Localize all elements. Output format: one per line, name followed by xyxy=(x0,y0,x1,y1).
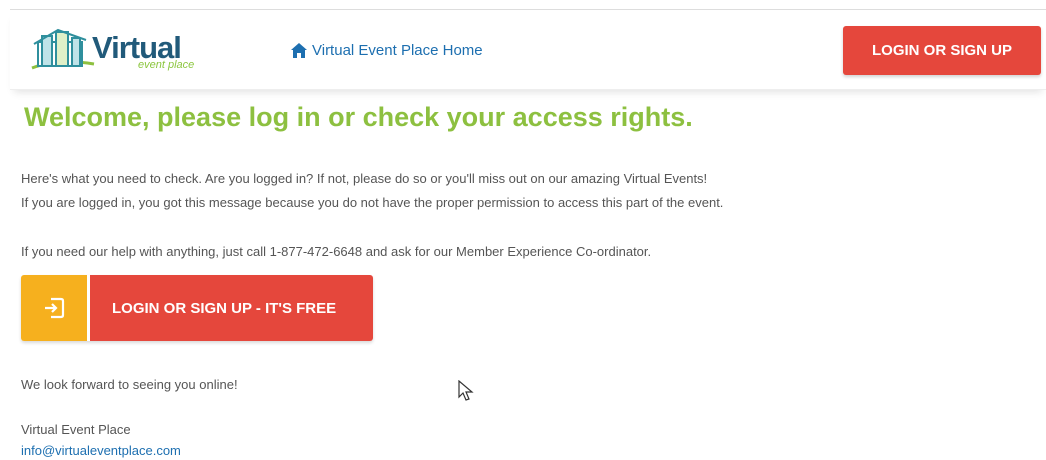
page-title: Welcome, please log in or check your acc… xyxy=(24,102,693,132)
login-signup-cta-button[interactable]: LOGIN OR SIGN UP - IT'S FREE xyxy=(21,275,373,341)
sign-in-icon xyxy=(45,297,65,319)
home-link-label: Virtual Event Place Home xyxy=(312,42,483,59)
check-paragraph: Here's what you need to check. Are you l… xyxy=(21,171,708,186)
cta-icon-box xyxy=(21,275,87,341)
home-link[interactable]: Virtual Event Place Home xyxy=(291,42,483,59)
site-logo[interactable]: Virtual event place xyxy=(28,28,198,74)
header-login-button[interactable]: LOGIN OR SIGN UP xyxy=(843,26,1041,75)
logo-tagline: event place xyxy=(138,59,195,71)
permission-paragraph: If you are logged in, you got this messa… xyxy=(21,195,724,210)
mouse-pointer-icon xyxy=(458,380,474,401)
building-logo-icon xyxy=(31,28,95,70)
site-header: Virtual event place Virtual Event Place … xyxy=(10,10,1046,90)
cta-label: LOGIN OR SIGN UP - IT'S FREE xyxy=(90,275,373,341)
help-paragraph: If you need our help with anything, just… xyxy=(21,244,652,259)
signature-name: Virtual Event Place xyxy=(21,422,131,437)
home-icon xyxy=(291,43,307,58)
signature-email-link[interactable]: info@virtualeventplace.com xyxy=(21,443,181,458)
closing-text: We look forward to seeing you online! xyxy=(21,377,238,392)
